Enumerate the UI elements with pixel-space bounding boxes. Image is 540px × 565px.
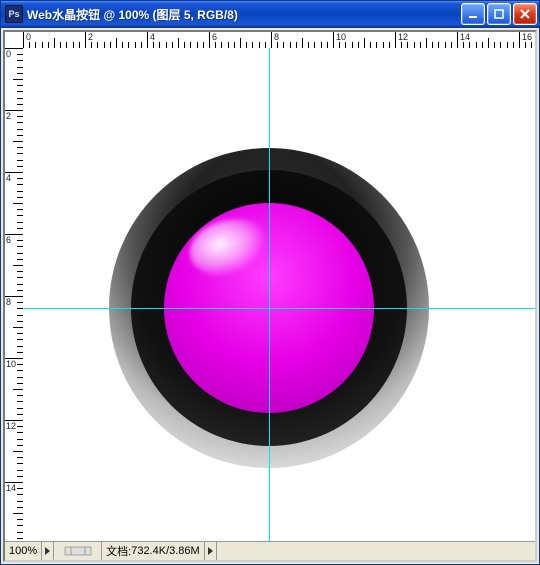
zoom-level[interactable]: 100% — [5, 542, 42, 560]
ruler-v-label: 4 — [6, 173, 11, 183]
crystal-button-graphic — [109, 148, 429, 468]
maximize-icon — [493, 8, 505, 20]
ruler-origin-box[interactable] — [5, 32, 24, 49]
doc-info[interactable]: 文档: 732.4K/3.86M — [102, 542, 205, 560]
ruler-h-label: 6 — [212, 32, 217, 42]
ruler-h-label: 2 — [88, 32, 93, 42]
window-title: Web水晶按钮 @ 100% (图层 5, RGB/8) — [27, 6, 461, 23]
ruler-v-label: 14 — [6, 483, 16, 493]
workspace: 0 2 4 6 8 10 12 14 16 0 2 4 6 8 10 12 14 16 100% — [3, 30, 537, 562]
ruler-horizontal[interactable]: 0 2 4 6 8 10 12 14 16 — [23, 32, 535, 49]
doc-info-label: 文档: — [106, 543, 131, 559]
minimize-button[interactable] — [461, 3, 485, 25]
ruler-vertical[interactable]: 0246810121416 — [5, 48, 24, 542]
ruler-v-label: 8 — [6, 297, 11, 307]
window-controls — [461, 3, 537, 25]
ruler-v-label: 0 — [6, 49, 11, 59]
ruler-h-label: 0 — [26, 32, 31, 42]
app-icon: Ps — [5, 5, 23, 23]
ruler-h-label: 16 — [522, 32, 532, 42]
ruler-v-label: 2 — [6, 111, 11, 121]
ruler-h-label: 14 — [460, 32, 470, 42]
app-window: Ps Web水晶按钮 @ 100% (图层 5, RGB/8) 0 2 4 6 8 10 1… — [0, 0, 540, 565]
ruler-v-label: 12 — [6, 421, 16, 431]
canvas[interactable] — [23, 48, 535, 542]
zoom-menu-button[interactable] — [42, 542, 54, 560]
chevron-right-icon — [45, 547, 50, 555]
doc-info-icon-button[interactable] — [54, 542, 102, 560]
maximize-button[interactable] — [487, 3, 511, 25]
doc-info-menu-button[interactable] — [205, 542, 217, 560]
ruler-v-label: 6 — [6, 235, 11, 245]
magenta-sphere — [164, 203, 374, 413]
titlebar[interactable]: Ps Web水晶按钮 @ 100% (图层 5, RGB/8) — [1, 1, 539, 28]
doc-icon — [63, 545, 93, 557]
ruler-h-label: 12 — [398, 32, 408, 42]
statusbar: 100% 文档: 732.4K/3.86M — [5, 541, 535, 560]
ruler-h-label: 4 — [150, 32, 155, 42]
doc-info-size: 732.4K/3.86M — [131, 545, 200, 557]
ruler-h-label: 8 — [274, 32, 279, 42]
ruler-v-label: 10 — [6, 359, 16, 369]
close-button[interactable] — [513, 3, 537, 25]
minimize-icon — [467, 8, 479, 20]
close-icon — [519, 8, 531, 20]
chevron-right-icon — [208, 547, 213, 555]
statusbar-spacer — [217, 542, 535, 560]
ruler-h-label: 10 — [336, 32, 346, 42]
